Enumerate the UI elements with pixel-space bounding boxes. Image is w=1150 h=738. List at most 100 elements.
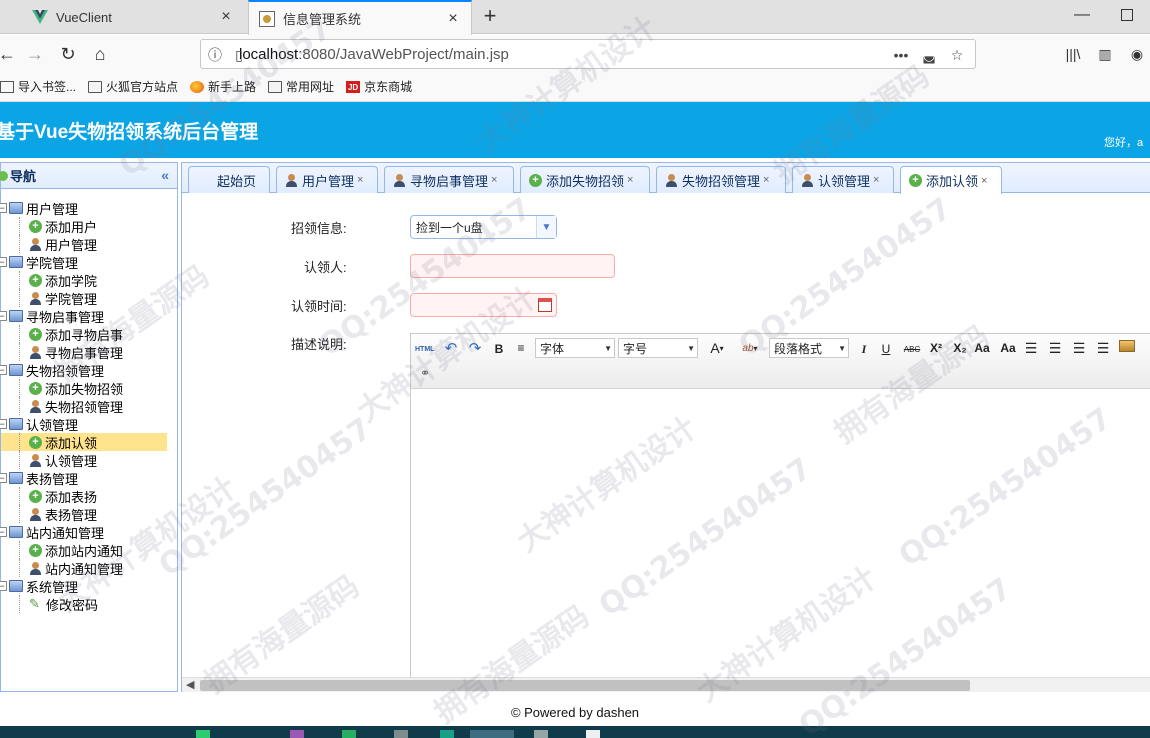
tree-toggle-icon[interactable]: −: [0, 311, 7, 321]
claim-info-select[interactable]: 捡到一个u盘 ▼: [410, 215, 557, 239]
more-dots-icon[interactable]: •••: [891, 45, 911, 65]
home-icon[interactable]: ⌂: [87, 41, 113, 67]
font-family-select[interactable]: 字体 ▼: [535, 338, 615, 358]
tree-item-add-user[interactable]: + 添加用户: [1, 217, 177, 235]
claimant-input[interactable]: [410, 254, 615, 278]
html-source-button[interactable]: HTML: [415, 339, 434, 359]
taskbar-app-icon[interactable]: [342, 730, 356, 738]
scrollbar-thumb[interactable]: [200, 680, 970, 691]
close-icon[interactable]: ×: [445, 10, 461, 28]
bookmark-import[interactable]: 导入书签...: [0, 78, 76, 95]
tree-item-praise-manage[interactable]: 表扬管理: [1, 505, 177, 523]
taskbar-app-icon[interactable]: [586, 730, 600, 738]
close-icon[interactable]: ×: [763, 174, 769, 186]
tree-item-change-password[interactable]: ✎ 修改密码: [1, 595, 177, 613]
tree-group-notice[interactable]: − 站内通知管理: [0, 523, 177, 541]
info-icon[interactable]: ⓘ: [205, 45, 225, 65]
taskbar-app-icon[interactable]: [394, 730, 408, 738]
maximize-icon[interactable]: [1121, 9, 1133, 21]
taskbar-app-icon[interactable]: [290, 730, 304, 738]
library-icon[interactable]: |||\: [1062, 43, 1084, 65]
strikethrough-button[interactable]: ABC: [901, 339, 923, 359]
reload-icon[interactable]: ↻: [55, 41, 81, 67]
tree-item-add-lost-notice[interactable]: + 添加寻物启事: [1, 325, 177, 343]
tree-group-praise[interactable]: − 表扬管理: [0, 469, 177, 487]
tab-home[interactable]: 起始页: [188, 166, 270, 193]
claim-time-input[interactable]: [410, 293, 557, 317]
bookmark-firefox-site[interactable]: 火狐官方站点: [88, 78, 178, 95]
close-icon[interactable]: ×: [218, 8, 234, 26]
align-right-icon[interactable]: ☰: [1047, 338, 1063, 358]
taskbar-active-app-icon[interactable]: [470, 730, 514, 738]
close-icon[interactable]: ×: [491, 174, 497, 186]
bold-button[interactable]: B: [491, 339, 507, 359]
bookmark-common-sites[interactable]: 常用网址: [268, 78, 334, 95]
tree-group-college[interactable]: − 学院管理: [0, 253, 177, 271]
tab-add-found[interactable]: + 添加失物招领 ×: [520, 166, 650, 193]
font-shrink-icon[interactable]: Aa: [999, 338, 1017, 358]
account-icon[interactable]: ◉: [1126, 43, 1148, 65]
taskbar-app-icon[interactable]: [440, 730, 454, 738]
tree-toggle-icon[interactable]: −: [0, 419, 7, 429]
redo-icon[interactable]: ↷: [467, 338, 483, 358]
align-left-icon[interactable]: ☰: [1023, 338, 1039, 358]
tree-toggle-icon[interactable]: −: [0, 365, 7, 375]
tab-add-claim[interactable]: + 添加认领 ×: [900, 166, 1002, 194]
superscript-icon[interactable]: X²: [927, 338, 945, 358]
minimize-icon[interactable]: —: [1072, 6, 1092, 26]
back-arrow-icon[interactable]: ←: [0, 41, 20, 67]
tree-group-claim[interactable]: − 认领管理: [0, 415, 177, 433]
chevron-down-icon[interactable]: ▼: [536, 216, 556, 238]
tree-item-user-manage[interactable]: 用户管理: [1, 235, 177, 253]
tree-item-found-manage[interactable]: 失物招领管理: [1, 397, 177, 415]
close-icon[interactable]: ×: [981, 175, 987, 187]
tree-group-lost-notice[interactable]: − 寻物启事管理: [0, 307, 177, 325]
tree-toggle-icon[interactable]: −: [0, 473, 7, 483]
tree-toggle-icon[interactable]: −: [0, 581, 7, 591]
tree-item-add-college[interactable]: + 添加学院: [1, 271, 177, 289]
undo-icon[interactable]: ↶: [443, 338, 459, 358]
tree-group-found[interactable]: − 失物招领管理: [0, 361, 177, 379]
tree-item-claim-manage[interactable]: 认领管理: [1, 451, 177, 469]
scroll-left-icon[interactable]: ◀: [186, 678, 194, 691]
italic-button[interactable]: I: [857, 339, 871, 359]
collapse-chevron-icon[interactable]: «: [161, 167, 169, 183]
tree-item-college-manage[interactable]: 学院管理: [1, 289, 177, 307]
close-icon[interactable]: ×: [627, 174, 633, 186]
link-icon[interactable]: ⚭: [417, 363, 433, 383]
tab-lost-notice-manage[interactable]: 寻物启事管理 ×: [384, 166, 514, 193]
browser-tab-info-system[interactable]: 信息管理系统 ×: [248, 0, 472, 35]
tree-item-add-praise[interactable]: + 添加表扬: [1, 487, 177, 505]
tree-toggle-icon[interactable]: −: [0, 257, 7, 267]
tree-toggle-icon[interactable]: −: [0, 203, 7, 213]
calendar-icon[interactable]: [538, 298, 552, 312]
tree-item-add-found[interactable]: + 添加失物招领: [1, 379, 177, 397]
bookmark-jd[interactable]: JD 京东商城: [346, 78, 412, 95]
browser-tab-vueclient[interactable]: VueClient ×: [22, 0, 244, 34]
star-icon[interactable]: ☆: [947, 45, 967, 65]
tree-item-lost-notice-manage[interactable]: 寻物启事管理: [1, 343, 177, 361]
tree-group-system[interactable]: − 系统管理: [0, 577, 177, 595]
font-grow-icon[interactable]: Aa: [973, 338, 991, 358]
tab-user-manage[interactable]: 用户管理 ×: [276, 166, 378, 193]
tree-toggle-icon[interactable]: −: [0, 527, 7, 537]
font-color-button[interactable]: A ▾: [705, 338, 729, 358]
tab-claim-manage[interactable]: 认领管理 ×: [792, 166, 894, 193]
pocket-icon[interactable]: ◛: [919, 45, 939, 65]
tab-found-manage[interactable]: 失物招领管理 ×: [656, 166, 786, 193]
underline-button[interactable]: U: [879, 339, 893, 359]
insert-image-icon[interactable]: [1119, 340, 1135, 352]
tree-item-add-notice[interactable]: + 添加站内通知: [1, 541, 177, 559]
highlight-button[interactable]: ab ▾: [737, 338, 763, 358]
align-justify-icon[interactable]: ☰: [1095, 338, 1111, 358]
forward-arrow-icon[interactable]: →: [22, 41, 48, 67]
tree-group-user[interactable]: − 用户管理: [0, 199, 177, 217]
tree-item-notice-manage[interactable]: 站内通知管理: [1, 559, 177, 577]
close-icon[interactable]: ×: [357, 174, 363, 186]
close-icon[interactable]: ×: [873, 174, 879, 186]
new-tab-button[interactable]: +: [476, 3, 504, 31]
paragraph-format-select[interactable]: 段落格式 ▼: [769, 338, 849, 358]
taskbar-app-icon[interactable]: [196, 730, 210, 738]
url-bar[interactable]: ⓘ ▯ localhost:8080/JavaWebProject/main.j…: [200, 39, 976, 69]
align-center-icon[interactable]: ☰: [1071, 338, 1087, 358]
